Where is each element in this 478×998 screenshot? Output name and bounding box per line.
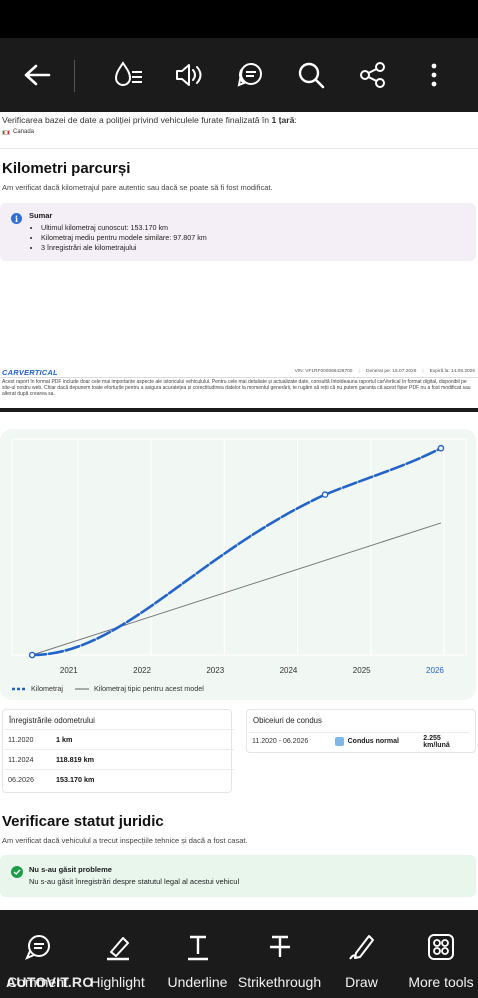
vin-text: VIN: VF1RF000066428700 xyxy=(294,369,353,374)
underline-icon xyxy=(183,932,213,962)
legend-swatch-typical xyxy=(74,687,89,690)
legal-subtitle: Am verificat dacă vehiculul a trecut ins… xyxy=(2,836,248,845)
data-point xyxy=(321,491,329,498)
tool-label: Underline xyxy=(167,974,228,990)
reading-mode-icon[interactable] xyxy=(112,58,146,92)
plot-area xyxy=(11,438,467,656)
comments-icon[interactable] xyxy=(233,58,267,92)
mileage-chart: 2021 2022 2023 2024 2025 2026 xyxy=(0,429,476,700)
table-row: 11.2020 1 km xyxy=(4,729,234,749)
tool-label: Draw xyxy=(345,974,378,990)
odo-date: 11.2020 xyxy=(8,735,34,744)
summary-title: Sumar xyxy=(29,211,53,220)
odometer-title: Înregistrările odometrului xyxy=(9,716,95,725)
country-name: Canada xyxy=(13,129,35,135)
table-row: 11.2024 118.819 km xyxy=(4,749,234,769)
summary-item: 3 înregistrări ale kilometrajului xyxy=(41,243,207,253)
summary-box: i Sumar Ultimul kilometraj cunoscut: 153… xyxy=(0,203,476,261)
driving-title: Obiceiuri de condus xyxy=(253,716,322,725)
country-row: Canada xyxy=(2,129,34,135)
legal-ok-title: Nu s-au găsit probleme xyxy=(29,865,112,874)
divider xyxy=(0,148,478,149)
page-footer: CARVERTICAL VIN: VF1RF000066428700 | Gen… xyxy=(0,365,478,405)
mileage-subtitle: Am verificat dacă kilometrajul pare aute… xyxy=(2,183,273,192)
mileage-heading: Kilometri parcurși xyxy=(2,160,131,177)
odometer-card: Înregistrările odometrului 11.2020 1 km … xyxy=(2,709,234,793)
driving-period: 11.2020 - 06.2026 xyxy=(252,738,309,745)
legend-swatch-mileage xyxy=(12,687,26,690)
highlight-icon xyxy=(103,932,133,962)
footer-disclaimer: Acest raport în format PDF include doar … xyxy=(2,379,471,398)
odo-value: 118.819 km xyxy=(56,755,94,764)
strikethrough-icon xyxy=(265,932,295,962)
legal-heading: Verificare statut juridic xyxy=(2,813,164,830)
footer-meta: VIN: VF1RF000066428700 | Generat pe: 15.… xyxy=(294,369,475,374)
odo-value: 1 km xyxy=(56,735,73,744)
canada-flag-icon xyxy=(2,129,10,135)
generated-date: Generat pe: 15.07.2026 xyxy=(365,369,417,374)
summary-item: Kilometraj mediu pentru modele similare:… xyxy=(41,233,207,243)
driving-rate: 2.255 km/lună xyxy=(423,734,450,749)
carvertical-logo: CARVERTICAL xyxy=(2,368,58,377)
comment-icon xyxy=(23,932,53,962)
legend-label: Kilometraj xyxy=(31,684,63,693)
legal-ok-text: Nu s-au găsit înregistrări despre statut… xyxy=(29,877,240,886)
check-circle-icon xyxy=(11,866,23,878)
info-icon: i xyxy=(11,213,22,224)
draw-tool[interactable]: Draw xyxy=(324,910,399,998)
driving-label: Condus normal xyxy=(347,738,399,745)
tool-label: Highlight xyxy=(90,974,145,990)
summary-item: Ultimul kilometraj cunoscut: 153.170 km xyxy=(41,223,207,233)
search-icon[interactable] xyxy=(294,58,328,92)
legend-item-mileage: Kilometraj xyxy=(12,684,63,693)
driving-color-swatch xyxy=(334,737,344,746)
more-options-icon[interactable] xyxy=(417,58,451,92)
draw-icon xyxy=(347,932,377,962)
back-arrow-icon[interactable] xyxy=(20,58,54,92)
more-tools-button[interactable]: More tools xyxy=(404,910,478,998)
x-tick-label: 2021 xyxy=(60,666,78,675)
expiry-date: Expiră la: 14.08.2026 xyxy=(429,369,475,374)
table-row: 06.2026 153.170 km xyxy=(4,769,234,789)
pdf-document-view[interactable]: Verificarea bazei de date a poliției pri… xyxy=(0,112,478,910)
more-tools-icon xyxy=(426,932,456,962)
odo-date: 11.2024 xyxy=(8,755,34,764)
odo-date: 06.2026 xyxy=(8,775,34,784)
footer-divider xyxy=(0,377,478,378)
x-tick-label: 2025 xyxy=(353,666,371,675)
share-icon[interactable] xyxy=(356,58,390,92)
mileage-chart-svg: 2021 2022 2023 2024 2025 2026 xyxy=(11,438,467,675)
x-tick-label: 2023 xyxy=(206,666,224,675)
watermark: AUTOVIT.RO xyxy=(6,974,94,990)
page-separator xyxy=(0,408,478,412)
status-bar xyxy=(0,0,478,38)
driving-row: 11.2020 - 06.2026 Condus normal 2.255 km… xyxy=(249,732,469,750)
data-point xyxy=(28,651,36,659)
toolbar-divider xyxy=(74,60,75,92)
x-tick-label: 2026 xyxy=(426,666,444,675)
legend-label: Kilometraj tipic pentru acest model xyxy=(93,684,204,693)
series-line-typical xyxy=(31,522,442,656)
strikethrough-tool[interactable]: Strikethrough xyxy=(238,910,321,998)
stolen-check-text: Verificarea bazei de date a poliției pri… xyxy=(2,115,297,125)
odo-value: 153.170 km xyxy=(56,775,95,784)
data-point xyxy=(437,444,445,452)
x-tick-label: 2022 xyxy=(133,666,151,675)
series-line-mileage xyxy=(30,446,443,657)
top-toolbar xyxy=(0,38,478,112)
legend-item-typical: Kilometraj tipic pentru acest model xyxy=(74,684,204,693)
tool-label: Strikethrough xyxy=(237,974,322,990)
legal-status-box: Nu s-au găsit probleme Nu s-au găsit înr… xyxy=(0,855,476,897)
driving-habits-card: Obiceiuri de condus 11.2020 - 06.2026 Co… xyxy=(246,709,476,753)
underline-tool[interactable]: Underline xyxy=(160,910,235,998)
chart-legend: Kilometraj Kilometraj tipic pentru acest… xyxy=(12,684,216,693)
tool-label: More tools xyxy=(408,974,474,990)
read-aloud-icon[interactable] xyxy=(172,58,206,92)
x-tick-label: 2024 xyxy=(280,666,298,675)
